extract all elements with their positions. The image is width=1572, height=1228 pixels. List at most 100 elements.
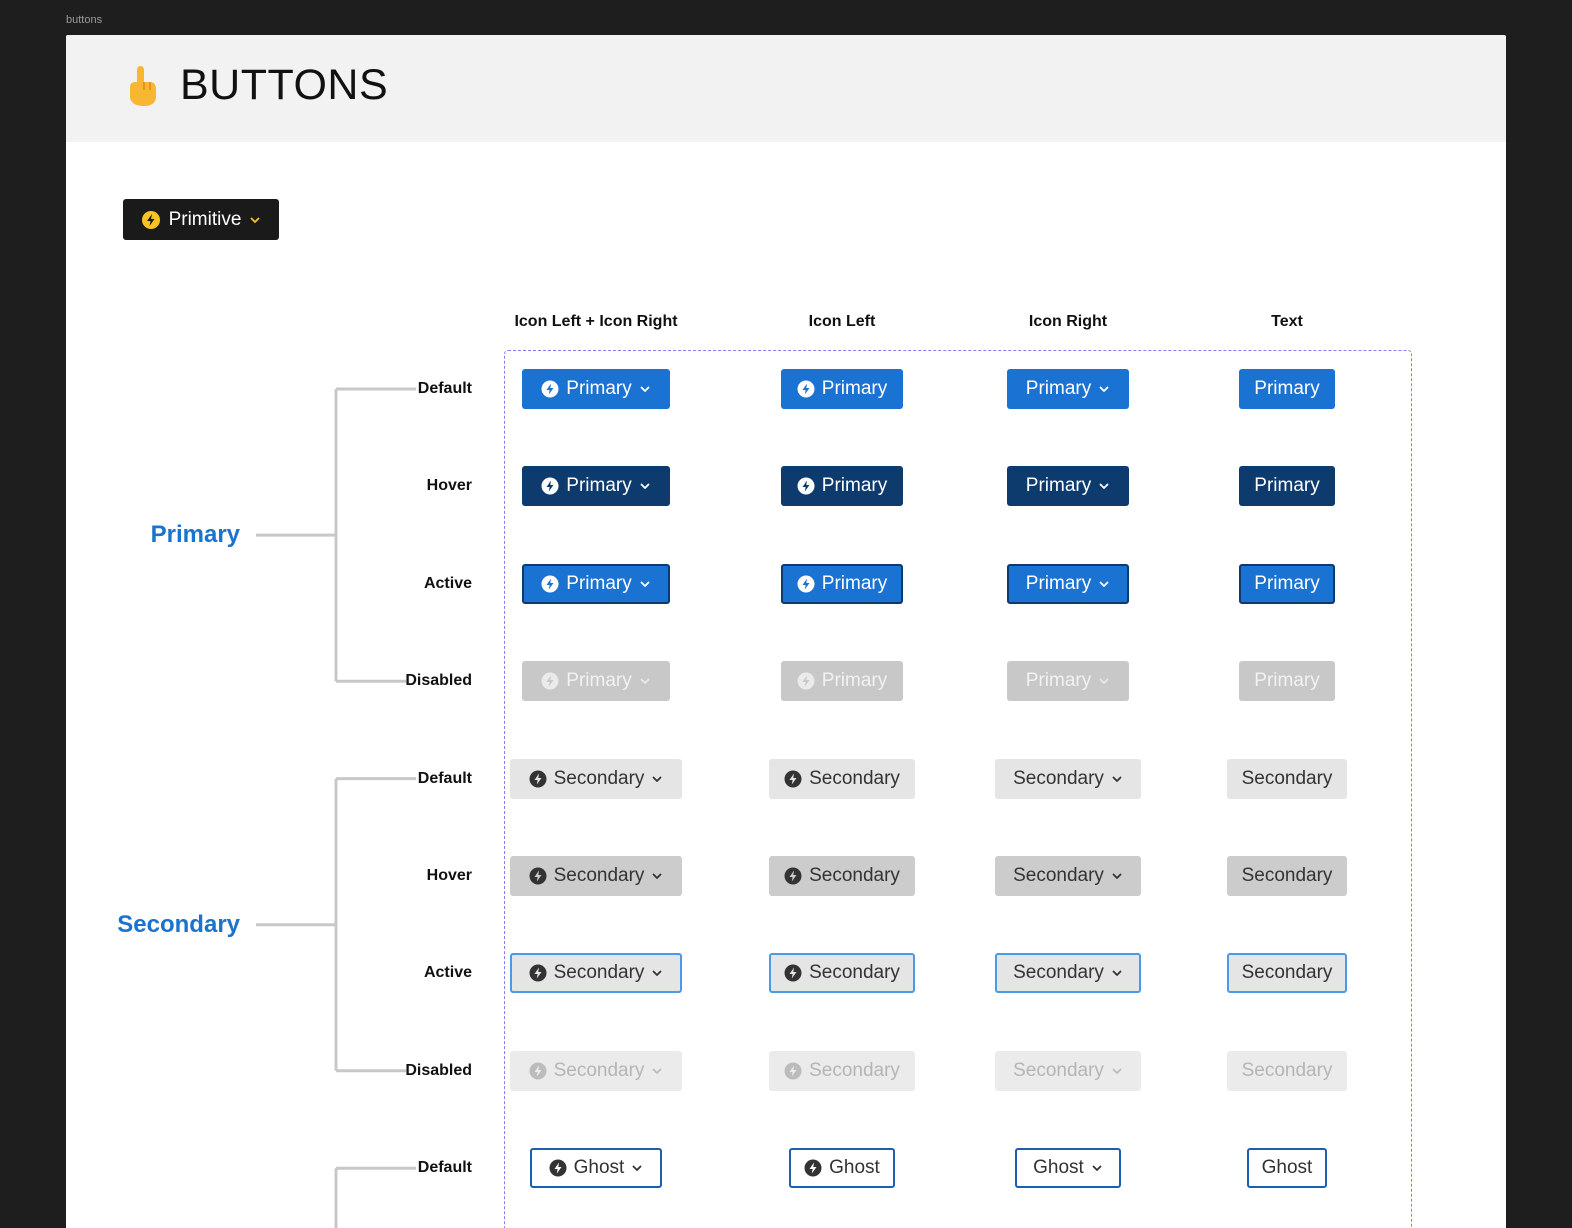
primary-disabled-button-col4[interactable]: Primary: [1239, 661, 1335, 702]
primary-hover-button-col1[interactable]: Primary: [522, 466, 670, 507]
button-label: Secondary: [809, 1059, 900, 1081]
button-label: Primary: [1025, 475, 1092, 497]
chevron-down-icon: [632, 1165, 642, 1172]
button-label: Secondary: [553, 962, 645, 984]
chevron-down-icon: [1112, 776, 1122, 782]
column-header-3: Icon Right: [1028, 313, 1108, 330]
chevron-down-icon: [653, 776, 662, 782]
secondary-disabled-button-col2[interactable]: Secondary: [769, 1050, 915, 1091]
chevron-down-icon: [653, 873, 662, 879]
primary-active-button-col4[interactable]: Primary: [1239, 563, 1335, 604]
chevron-down-icon: [1099, 483, 1109, 490]
lightning-bolt-icon: [549, 1159, 567, 1177]
chevron-down-icon: [640, 581, 650, 587]
button-label: Primary: [1254, 378, 1320, 399]
primitive-dropdown[interactable]: Primitive: [123, 199, 279, 240]
button-label: Primary: [1025, 572, 1092, 594]
group-label-primary: Primary: [150, 521, 240, 549]
lightning-bolt-icon: [797, 477, 815, 495]
ghost-default-button-col2[interactable]: Ghost: [789, 1148, 895, 1189]
secondary-default-button-col2[interactable]: Secondary: [769, 758, 915, 799]
button-label: Primary: [821, 475, 888, 497]
button-label: Primary: [1025, 378, 1092, 399]
lightning-bolt-icon: [804, 1159, 822, 1177]
chevron-down-icon: [1092, 1165, 1102, 1172]
primary-active-button-col1[interactable]: Primary: [522, 563, 670, 604]
column-header-2: Icon Left: [808, 313, 876, 330]
secondary-disabled-button-col1[interactable]: Secondary: [510, 1050, 682, 1091]
button-label: Secondary: [1241, 1059, 1333, 1081]
button-label: Secondary: [1013, 865, 1104, 886]
state-label-ghost-default: Default: [417, 1159, 472, 1177]
chevron-down-icon: [1099, 581, 1109, 587]
button-label: Secondary: [553, 767, 645, 789]
secondary-disabled-button-col3[interactable]: Secondary: [995, 1050, 1141, 1091]
lightning-bolt-icon: [529, 770, 547, 788]
chevron-down-icon: [1099, 386, 1109, 392]
secondary-active-button-col2[interactable]: Secondary: [769, 953, 915, 994]
state-label-secondary-disabled: Disabled: [405, 1061, 472, 1079]
primary-default-button-col4[interactable]: Primary: [1239, 369, 1335, 409]
lightning-bolt-icon: [529, 1062, 547, 1080]
button-label: Ghost: [829, 1157, 880, 1179]
column-header-4: Text: [1271, 313, 1303, 330]
button-label: Secondary: [809, 865, 900, 886]
secondary-hover-button-col1[interactable]: Secondary: [510, 856, 682, 896]
lightning-bolt-icon: [784, 1062, 802, 1080]
chevron-down-icon: [1112, 1068, 1122, 1074]
secondary-active-button-col3[interactable]: Secondary: [995, 953, 1141, 994]
lightning-bolt-icon: [541, 575, 559, 593]
chevron-down-icon: [1099, 678, 1109, 685]
group-label-secondary: Secondary: [117, 910, 240, 938]
secondary-default-button-col3[interactable]: Secondary: [995, 758, 1141, 799]
button-label: Ghost: [573, 1157, 625, 1179]
frame-label: buttons: [66, 14, 103, 26]
primary-default-button-col2[interactable]: Primary: [781, 369, 903, 409]
button-label: Secondary: [1241, 767, 1333, 789]
ghost-default-button-col4[interactable]: Ghost: [1247, 1148, 1327, 1189]
primary-hover-button-col2[interactable]: Primary: [781, 466, 903, 507]
lightning-bolt-icon: [141, 210, 160, 229]
secondary-hover-button-col2[interactable]: Secondary: [769, 856, 915, 896]
button-label: Ghost: [1261, 1157, 1313, 1179]
secondary-disabled-button-col4[interactable]: Secondary: [1227, 1050, 1347, 1091]
lightning-bolt-icon: [797, 672, 815, 690]
primary-active-button-col3[interactable]: Primary: [1007, 563, 1129, 604]
secondary-default-button-col4[interactable]: Secondary: [1227, 758, 1347, 799]
secondary-hover-button-col4[interactable]: Secondary: [1227, 856, 1347, 896]
lightning-bolt-icon: [529, 964, 547, 982]
primary-active-button-col2[interactable]: Primary: [781, 563, 903, 604]
state-label-secondary-active: Active: [423, 964, 472, 982]
state-label-secondary-hover: Hover: [426, 867, 472, 884]
chevron-down-icon: [1112, 970, 1122, 977]
chevron-down-icon: [653, 1068, 662, 1074]
lightning-bolt-icon: [797, 575, 815, 593]
primary-disabled-button-col2[interactable]: Primary: [781, 661, 903, 702]
secondary-active-button-col1[interactable]: Secondary: [510, 953, 682, 994]
secondary-hover-button-col3[interactable]: Secondary: [995, 856, 1141, 896]
lightning-bolt-icon: [541, 380, 559, 398]
ghost-default-button-col1[interactable]: Ghost: [530, 1148, 662, 1189]
primitive-label: Primitive: [168, 208, 242, 230]
button-label: Primary: [566, 475, 632, 497]
page-header: BUTTONS: [66, 35, 1506, 142]
primary-default-button-col3[interactable]: Primary: [1007, 369, 1129, 409]
primary-disabled-button-col3[interactable]: Primary: [1007, 661, 1129, 702]
lightning-bolt-icon: [541, 672, 559, 690]
button-label: Primary: [1254, 572, 1320, 594]
button-label: Primary: [566, 378, 632, 399]
secondary-active-button-col4[interactable]: Secondary: [1227, 953, 1347, 994]
primary-hover-button-col4[interactable]: Primary: [1239, 466, 1335, 507]
button-label: Primary: [821, 378, 888, 399]
primary-default-button-col1[interactable]: Primary: [522, 369, 670, 409]
lightning-bolt-icon: [529, 867, 547, 885]
chevron-down-icon: [1112, 873, 1122, 879]
ghost-default-button-col3[interactable]: Ghost: [1015, 1148, 1121, 1189]
primary-hover-button-col3[interactable]: Primary: [1007, 466, 1129, 507]
button-label: Secondary: [553, 1059, 645, 1081]
secondary-default-button-col1[interactable]: Secondary: [510, 758, 682, 799]
chevron-down-icon: [640, 386, 650, 392]
primary-disabled-button-col1[interactable]: Primary: [522, 661, 670, 702]
button-label: Secondary: [1241, 865, 1333, 886]
lightning-bolt-icon: [784, 867, 802, 885]
